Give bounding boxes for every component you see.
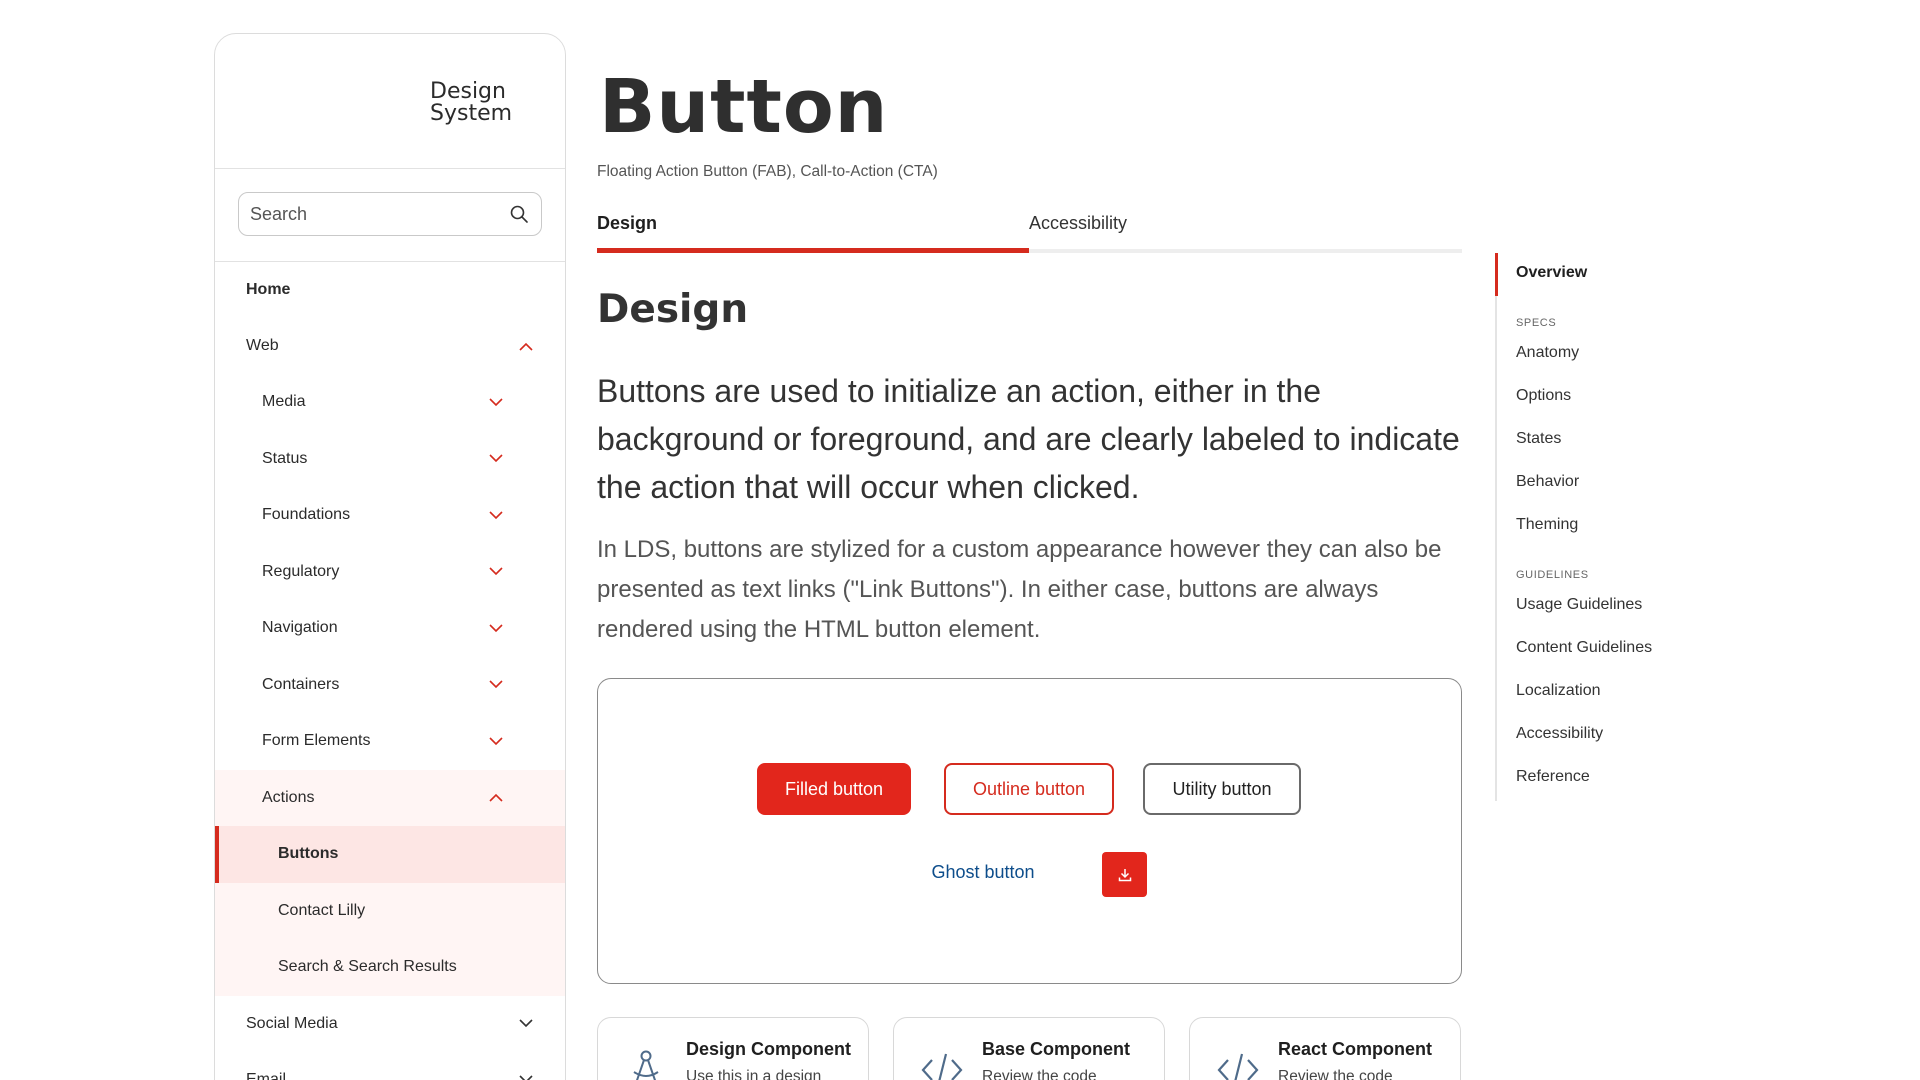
tab-design[interactable]: Design: [597, 213, 657, 234]
chevron-down-icon[interactable]: [489, 398, 503, 407]
sidebar-item-buttons[interactable]: Buttons: [215, 826, 565, 883]
card-description: Review the code: [982, 1068, 1097, 1080]
card-title: Base Component: [982, 1039, 1131, 1059]
download-icon-button[interactable]: [1102, 852, 1147, 897]
sidebar-item-label: Media: [262, 393, 306, 411]
sidebar-item-email[interactable]: Email: [215, 1052, 565, 1080]
tab-bar: Design Accessibility: [597, 205, 1462, 253]
sidebar-item-label: Regulatory: [262, 562, 340, 580]
chevron-down-icon[interactable]: [489, 567, 503, 576]
sidebar-item-label: Status: [262, 449, 308, 467]
sidebar-item-status[interactable]: Status: [215, 431, 565, 488]
utility-button[interactable]: Utility button: [1143, 763, 1301, 815]
toc-section-label: SPECS: [1516, 317, 1557, 329]
sidebar-item-label: Web: [246, 337, 279, 354]
sidebar-item-actions[interactable]: Actions: [215, 769, 565, 826]
toc-anatomy[interactable]: Anatomy: [1516, 344, 1579, 362]
button-demo-panel: Filled button Outline button Utility but…: [597, 678, 1462, 984]
chevron-down-icon[interactable]: [489, 624, 503, 633]
sidebar-item-social-media[interactable]: Social Media: [215, 996, 565, 1052]
toc-options[interactable]: Options: [1516, 387, 1571, 405]
toc-active-marker: [1495, 253, 1498, 296]
sidebar-nav: Home Web Media Status Foundations Regula…: [215, 262, 565, 1080]
sidebar-item-media[interactable]: Media: [215, 374, 565, 431]
card-description: Review the code: [1278, 1068, 1393, 1080]
card-title: React Component: [1278, 1039, 1433, 1059]
chevron-down-icon[interactable]: [519, 1075, 533, 1080]
toc-usage-guidelines[interactable]: Usage Guidelines: [1516, 596, 1642, 614]
code-icon: [1217, 1053, 1259, 1080]
sidebar-item-navigation[interactable]: Navigation: [215, 600, 565, 657]
chevron-down-icon[interactable]: [489, 737, 503, 746]
tab-accessibility[interactable]: Accessibility: [1029, 213, 1127, 234]
outline-button[interactable]: Outline button: [944, 763, 1114, 815]
react-component-card[interactable]: React Component Review the code: [1189, 1017, 1461, 1080]
toc-section-label: GUIDELINES: [1516, 569, 1589, 581]
toc-states[interactable]: States: [1516, 430, 1561, 448]
component-cards: Design Component Use this in a design Ba…: [597, 1017, 1477, 1080]
ghost-button[interactable]: Ghost button: [913, 855, 1053, 889]
section-title: Design: [597, 287, 749, 332]
toc-accessibility[interactable]: Accessibility: [1516, 725, 1603, 743]
sidebar-item-contact-lilly[interactable]: Contact Lilly: [215, 882, 565, 939]
sidebar-item-label: Contact Lilly: [278, 901, 366, 919]
chevron-up-icon[interactable]: [489, 793, 503, 802]
toc-behavior[interactable]: Behavior: [1516, 473, 1579, 491]
sidebar-item-form-elements[interactable]: Form Elements: [215, 713, 565, 770]
sidebar-item-home[interactable]: Home: [215, 262, 565, 318]
sidebar-item-label: Navigation: [262, 619, 338, 637]
toc-theming[interactable]: Theming: [1516, 516, 1578, 534]
sidebar-item-search-results[interactable]: Search & Search Results: [215, 939, 565, 996]
sidebar-item-label: Form Elements: [262, 732, 371, 750]
sidebar-item-label: Containers: [262, 675, 340, 693]
sidebar-item-label: Actions: [262, 788, 315, 806]
chevron-down-icon[interactable]: [519, 1019, 533, 1028]
active-tab-indicator: [597, 248, 1029, 253]
search-input[interactable]: [239, 193, 489, 235]
toc-overview[interactable]: Overview: [1516, 264, 1587, 282]
chevron-up-icon[interactable]: [519, 342, 533, 351]
toc-content-guidelines[interactable]: Content Guidelines: [1516, 639, 1652, 657]
filled-button[interactable]: Filled button: [757, 763, 911, 815]
base-component-card[interactable]: Base Component Review the code: [893, 1017, 1165, 1080]
lead-paragraph: Buttons are used to initialize an action…: [597, 373, 1460, 505]
code-icon: [921, 1053, 963, 1080]
search-area: [215, 169, 565, 262]
toc-localization[interactable]: Localization: [1516, 682, 1601, 700]
chevron-down-icon[interactable]: [489, 511, 503, 520]
chevron-down-icon[interactable]: [489, 454, 503, 463]
sidebar-item-regulatory[interactable]: Regulatory: [215, 544, 565, 601]
card-title: Design Component: [686, 1039, 851, 1059]
card-description: Use this in a design: [686, 1068, 822, 1080]
download-icon: [1118, 868, 1131, 881]
sidebar-item-label: Home: [246, 281, 291, 298]
chevron-down-icon[interactable]: [489, 680, 503, 689]
page-title: Button: [599, 64, 889, 150]
design-component-card[interactable]: Design Component Use this in a design: [597, 1017, 869, 1080]
sidebar-item-web[interactable]: Web: [215, 318, 565, 374]
body-paragraph: In LDS, buttons are stylized for a custo…: [597, 536, 1442, 643]
compass-icon: [633, 1050, 659, 1080]
sidebar-item-label: Foundations: [262, 506, 351, 524]
sidebar-item-label: Email: [246, 1070, 287, 1080]
sidebar-item-foundations[interactable]: Foundations: [215, 487, 565, 544]
search-icon[interactable]: [509, 204, 529, 224]
sidebar-item-label: Buttons: [278, 845, 339, 863]
page-subtitle: Floating Action Button (FAB), Call-to-Ac…: [597, 163, 938, 180]
sidebar-item-label: Social Media: [246, 1014, 338, 1032]
table-of-contents: Overview SPECS Anatomy Options States Be…: [1495, 253, 1725, 801]
brand-area: Design System: [215, 34, 565, 169]
toc-reference[interactable]: Reference: [1516, 768, 1590, 786]
sidebar: Design System Home Web Media Status Foun…: [214, 33, 566, 1080]
sidebar-item-label: Search & Search Results: [278, 958, 457, 976]
brand-logo-text[interactable]: Design System: [430, 81, 550, 125]
search-box: [238, 192, 542, 236]
sidebar-item-containers[interactable]: Containers: [215, 657, 565, 714]
